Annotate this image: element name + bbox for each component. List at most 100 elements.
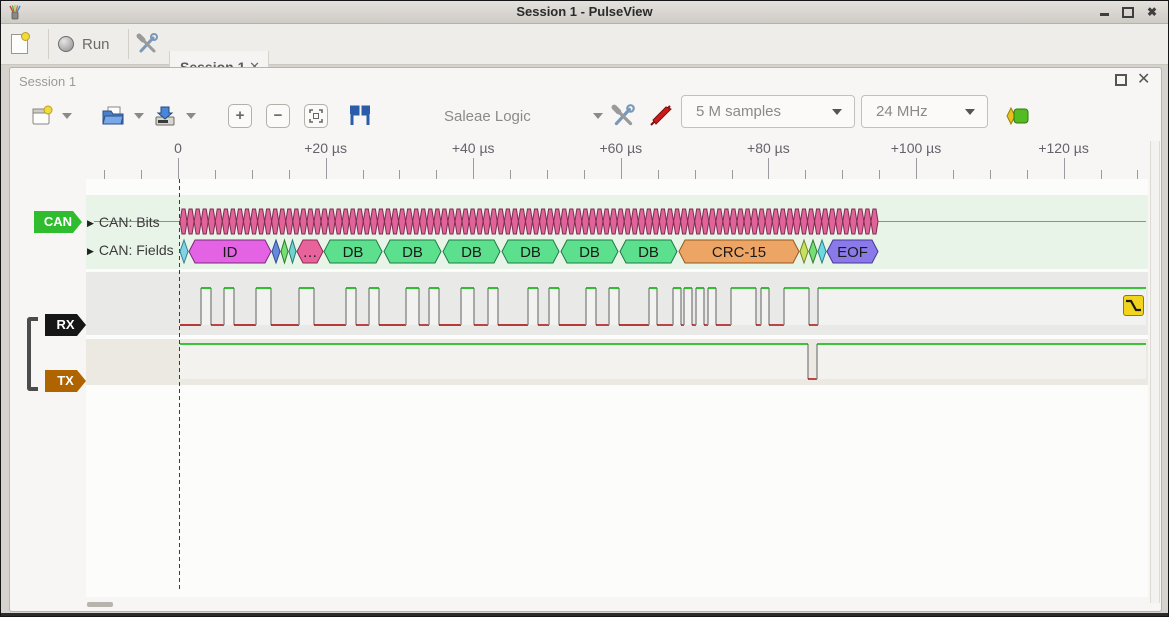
- ruler-tick: [879, 170, 880, 179]
- ruler-tick: [805, 170, 806, 179]
- falling-edge-icon: [1124, 296, 1143, 315]
- ruler-tick: [658, 170, 659, 179]
- toolbar-separator: [48, 29, 49, 59]
- maximize-button[interactable]: [1120, 5, 1136, 19]
- open-button[interactable]: [101, 95, 144, 137]
- channel-group-bracket[interactable]: [27, 317, 38, 391]
- subwindow-close-icon[interactable]: ✕: [1137, 73, 1150, 87]
- ruler-tick: [104, 170, 105, 179]
- window-title: Session 1 - PulseView: [1, 4, 1168, 19]
- ruler-tick: [990, 170, 991, 179]
- wrench-screwdriver-icon: [136, 32, 160, 56]
- decoder-icon: [1004, 105, 1032, 127]
- zoom-in-button[interactable]: +: [228, 95, 252, 137]
- probe-button[interactable]: [647, 95, 673, 137]
- chevron-down-icon[interactable]: [62, 113, 72, 119]
- chevron-down-icon: [593, 113, 603, 119]
- rx-row-background: [86, 272, 1148, 335]
- sample-count-select[interactable]: 5 M samples: [681, 95, 855, 128]
- session-toolbar: + − Saleae Logic: [9, 95, 1162, 137]
- trigger-badge[interactable]: [1123, 295, 1144, 316]
- bits-baseline: [94, 221, 1146, 222]
- window-frame-edge: [1, 613, 1168, 616]
- expand-arrow-icon[interactable]: ▶: [87, 246, 94, 256]
- wrench-screwdriver-icon: [611, 103, 637, 129]
- tx-row-background: [86, 339, 1148, 385]
- zoom-in-icon: +: [228, 104, 252, 128]
- device-select[interactable]: Saleae Logic: [444, 95, 603, 137]
- chevron-down-icon: [832, 109, 842, 115]
- save-button[interactable]: [153, 95, 196, 137]
- subwindow-maximize-button[interactable]: [1115, 73, 1127, 89]
- trigger-time-line: [179, 179, 180, 591]
- ruler-tick: [621, 158, 622, 179]
- expand-arrow-icon[interactable]: ▶: [87, 218, 94, 228]
- chevron-down-icon: [965, 109, 975, 115]
- decoder-row-fields-label[interactable]: ▶CAN: Fields: [87, 242, 174, 258]
- decoder-row-background: [86, 195, 1148, 269]
- ruler-tick-label: 0: [174, 140, 182, 156]
- ruler-tick-label: +60 µs: [599, 140, 642, 156]
- sample-rate-select[interactable]: 24 MHz: [861, 95, 988, 128]
- channels-button[interactable]: [611, 95, 637, 137]
- new-view-button[interactable]: [31, 95, 72, 137]
- ruler-tick: [584, 170, 585, 179]
- subwindow-title: Session 1: [19, 74, 76, 89]
- sample-rate-value: 24 MHz: [876, 103, 928, 120]
- ruler-tick: [363, 170, 364, 179]
- ruler-tick: [215, 170, 216, 179]
- ruler-tick-label: +100 µs: [891, 140, 942, 156]
- zoom-fit-button[interactable]: [304, 95, 328, 137]
- ruler-tick: [252, 170, 253, 179]
- run-label: Run: [82, 36, 110, 53]
- ruler-tick: [1137, 170, 1138, 179]
- chevron-down-icon[interactable]: [134, 113, 144, 119]
- ruler-tick: [547, 170, 548, 179]
- minimize-button[interactable]: [1096, 5, 1112, 19]
- toolbar-separator: [128, 29, 129, 59]
- ruler-tick: [1027, 170, 1028, 179]
- ruler-tick: [473, 158, 474, 179]
- new-view-icon: [31, 105, 53, 127]
- run-button[interactable]: Run: [58, 29, 122, 59]
- ruler-tick-label: +20 µs: [304, 140, 347, 156]
- pulseview-window: Session 1 - PulseView ✖ Run Session 1 ✕: [0, 0, 1169, 617]
- ruler-tick: [289, 170, 290, 179]
- sample-count-value: 5 M samples: [696, 103, 781, 120]
- time-ruler[interactable]: 0+20 µs+40 µs+60 µs+80 µs+100 µs+120 µs: [1, 137, 1169, 179]
- titlebar: Session 1 - PulseView ✖: [1, 1, 1168, 24]
- chevron-down-icon[interactable]: [186, 113, 196, 119]
- ruler-tick: [141, 170, 142, 179]
- ruler-tick: [1064, 158, 1065, 179]
- cursor-flags-icon: [346, 104, 374, 128]
- zoom-fit-icon: [304, 104, 328, 128]
- ruler-tick: [732, 170, 733, 179]
- probe-icon: [647, 103, 673, 129]
- vertical-scrollbar[interactable]: [1150, 141, 1160, 603]
- ruler-tick: [326, 158, 327, 179]
- can-decoder-tag[interactable]: CAN: [34, 211, 82, 233]
- ruler-tick: [399, 170, 400, 179]
- save-icon: [153, 104, 177, 128]
- settings-button[interactable]: [136, 29, 160, 59]
- show-cursors-button[interactable]: [346, 95, 374, 137]
- ruler-tick-label: +80 µs: [747, 140, 790, 156]
- add-decoder-button[interactable]: [1004, 95, 1032, 137]
- zoom-out-icon: −: [266, 104, 290, 128]
- run-state-icon: [58, 36, 74, 52]
- device-name: Saleae Logic: [444, 108, 531, 125]
- zoom-out-button[interactable]: −: [266, 95, 290, 137]
- ruler-tick: [510, 170, 511, 179]
- horizontal-scrollbar[interactable]: [87, 602, 113, 607]
- close-button[interactable]: ✖: [1144, 5, 1160, 19]
- ruler-tick: [695, 170, 696, 179]
- ruler-tick: [916, 158, 917, 179]
- ruler-tick: [1101, 170, 1102, 179]
- new-session-button[interactable]: [11, 29, 37, 59]
- ruler-tick-label: +40 µs: [452, 140, 495, 156]
- ruler-tick: [953, 170, 954, 179]
- ruler-tick: [436, 170, 437, 179]
- decoder-row-bits-label[interactable]: ▶CAN: Bits: [87, 214, 160, 230]
- new-file-icon: [11, 34, 28, 54]
- ruler-tick: [178, 158, 179, 179]
